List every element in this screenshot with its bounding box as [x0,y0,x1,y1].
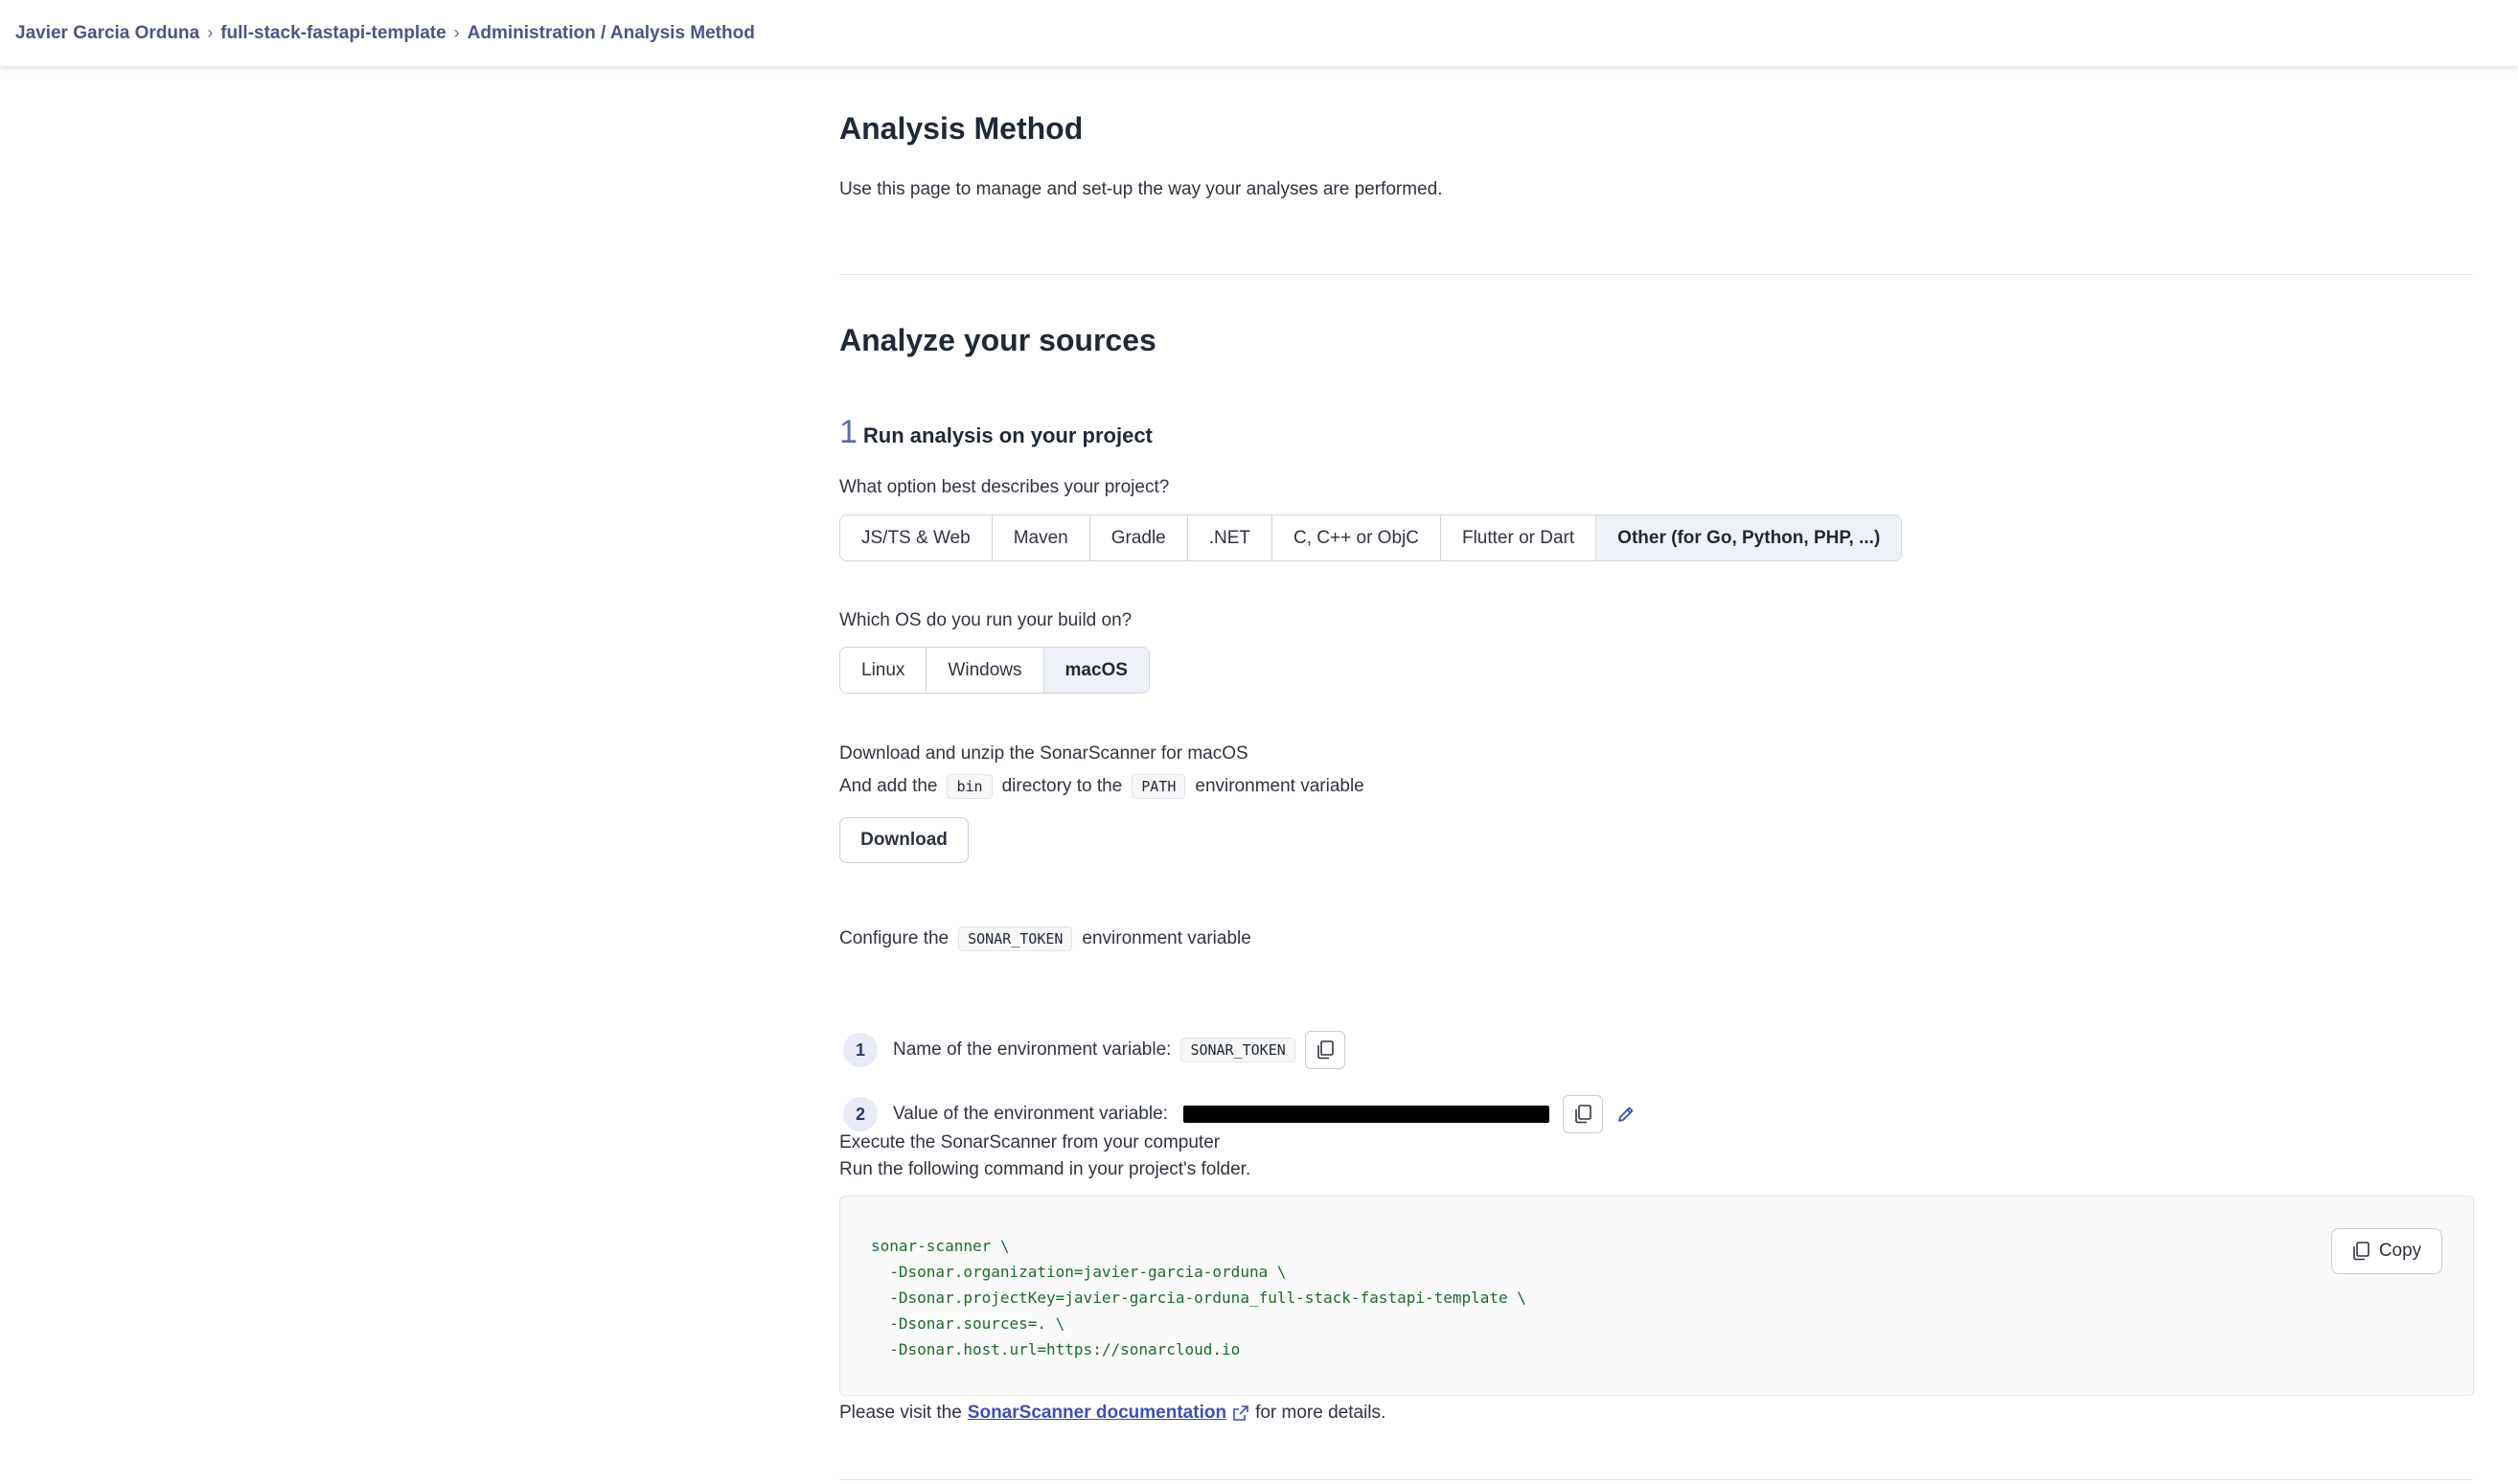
configure-suffix: environment variable [1082,928,1251,948]
pencil-icon [1618,1107,1634,1122]
env-var-value-row: 2 Value of the environment variable: [839,1095,1636,1133]
os-option-macos[interactable]: macOS [1043,648,1149,693]
project-option-other[interactable]: Other (for Go, Python, PHP, ...) [1596,515,1902,560]
project-option-jsts[interactable]: JS/TS & Web [840,515,993,560]
breadcrumb-project[interactable]: full-stack-fastapi-template [220,23,446,44]
os-question: Which OS do you run your build on? [839,610,1133,630]
path-text-middle: directory to the [1001,776,1123,796]
execute-instruction: Execute the SonarScanner from your compu… [839,1132,1221,1153]
configure-token-instruction: Configure the SONAR_TOKEN environment va… [839,926,1251,951]
chevron-right-icon: › [453,23,460,42]
breadcrumb-current: Administration / Analysis Method [467,22,755,43]
path-text-prefix: And add the [839,776,938,796]
masked-token-value [1182,1106,1549,1123]
copy-value-button[interactable] [1562,1095,1603,1133]
env-var-name-value: SONAR_TOKEN [1180,1038,1295,1062]
copy-icon [2353,1242,2369,1261]
page-description: Use this page to manage and set-up the w… [839,179,1443,199]
divider [839,274,2473,275]
copy-icon [1575,1105,1591,1124]
copy-command-button[interactable]: Copy [2331,1228,2442,1274]
run-command-instruction: Run the following command in your projec… [839,1159,1251,1179]
os-option-linux[interactable]: Linux [840,648,927,693]
step-number: 1 [839,414,858,450]
project-option-gradle[interactable]: Gradle [1089,515,1188,560]
breadcrumb-org[interactable]: Javier Garcia Orduna [15,23,199,44]
project-option-cpp[interactable]: C, C++ or ObjC [1272,515,1441,560]
scanner-command: sonar-scanner \ -Dsonar.organization=jav… [871,1237,1526,1358]
page-title: Analysis Method [839,111,1084,146]
project-type-toggle: JS/TS & Web Maven Gradle .NET C, C++ or … [839,514,1903,561]
copy-icon [1316,1040,1334,1060]
configure-prefix: Configure the [839,928,950,948]
env-var-value-label: Value of the environment variable: [893,1104,1168,1124]
documentation-note: Please visit the SonarScanner documentat… [839,1403,1385,1424]
env-item-number-1: 1 [843,1033,878,1067]
copy-name-button[interactable] [1304,1031,1345,1069]
doc-link-text: SonarScanner documentation [967,1403,1227,1423]
copy-label: Copy [2378,1241,2422,1261]
env-var-name-label: Name of the environment variable: [893,1039,1172,1060]
env-item-number-2: 2 [843,1097,878,1131]
os-option-windows[interactable]: Windows [927,648,1044,693]
bottom-divider [839,1479,2473,1480]
path-chip: PATH [1132,774,1186,799]
path-instruction: And add the bin directory to the PATH en… [839,774,1364,799]
bin-chip: bin [947,774,993,799]
sonarscanner-docs-link[interactable]: SonarScanner documentation [968,1403,1249,1424]
project-option-maven[interactable]: Maven [992,515,1090,560]
project-question: What option best describes your project? [839,477,1170,497]
footer-suffix: for more details. [1255,1403,1386,1423]
download-instruction: Download and unzip the SonarScanner for … [839,743,1248,764]
edit-token-button[interactable] [1616,1105,1636,1124]
project-option-dotnet[interactable]: .NET [1187,515,1273,560]
env-var-name-row: 1 Name of the environment variable: SONA… [839,1031,1345,1069]
project-option-flutter[interactable]: Flutter or Dart [1440,515,1597,560]
sonar-token-chip: SONAR_TOKEN [958,926,1073,951]
footer-prefix: Please visit the [839,1403,962,1423]
path-text-suffix: environment variable [1195,776,1364,796]
top-bar: Javier Garcia Orduna › full-stack-fastap… [0,0,2518,67]
external-link-icon [1233,1405,1248,1421]
download-button[interactable]: Download [839,817,969,863]
command-code-block: sonar-scanner \ -Dsonar.organization=jav… [839,1196,2474,1396]
step-header: 1 Run analysis on your project [839,416,1153,448]
section-title: Analyze your sources [839,323,1156,357]
chevron-right-icon: › [207,23,214,42]
step-title: Run analysis on your project [862,423,1153,447]
os-toggle: Linux Windows macOS [839,647,1150,694]
